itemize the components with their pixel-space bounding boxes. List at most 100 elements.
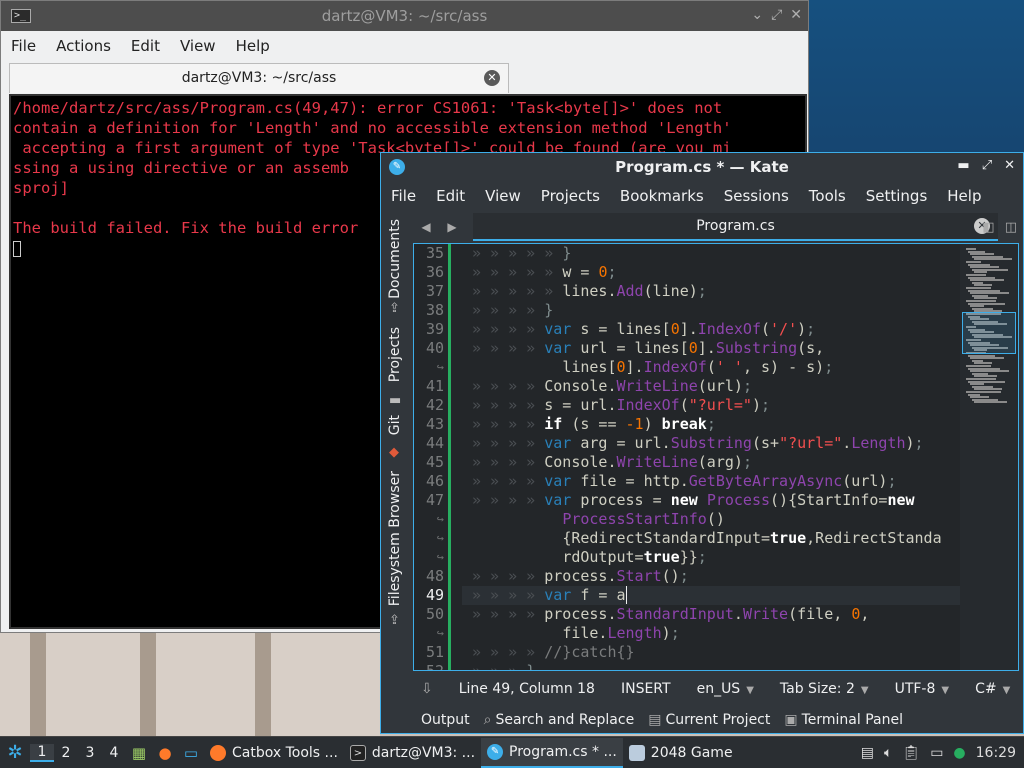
code-line: ProcessStartInfo() (562, 510, 725, 528)
upload-icon[interactable]: ⇪ (389, 613, 400, 628)
minimize-icon[interactable]: ▬ (957, 158, 969, 173)
menu-edit[interactable]: Edit (131, 37, 160, 55)
code-line: » » » » var s = lines[0].IndexOf('/'); (472, 320, 816, 338)
file-tab[interactable]: Program.cs ✕ (473, 213, 998, 241)
code-line: » » » » var url = lines[0].Substring(s, (472, 339, 825, 357)
menu-sessions[interactable]: Sessions (724, 187, 789, 205)
kate-statusbar: ⇩ Line 49, Column 18 INSERT en_US ▼ Tab S… (413, 675, 1023, 703)
syntax-select[interactable]: C# ▼ (975, 681, 1010, 697)
menu-help[interactable]: Help (947, 187, 981, 205)
line-number: ↪ (436, 360, 444, 374)
tab-size-select[interactable]: Tab Size: 2 ▼ (780, 681, 869, 697)
workspace-4[interactable]: 4 (102, 745, 126, 761)
kate-menubar: File Edit View Projects Bookmarks Sessio… (381, 181, 1023, 211)
firefox-icon (210, 744, 226, 761)
code-line: » » » » Console.WriteLine(arg); (472, 453, 752, 471)
task-terminal[interactable]: > dartz@VM3: ... (344, 738, 481, 768)
code-line: » » » » process.StandardInput.Write(file… (472, 605, 870, 623)
desktop-icon[interactable]: ▭ (178, 744, 204, 762)
file-manager-icon[interactable]: ▦ (126, 744, 152, 762)
system-tray: ▤ 🔈︎ 📋︎ ▭ ● 16:29 (861, 737, 1024, 768)
code-editor[interactable]: 35 36 37 38 39 40 ↪ 41 42 43 44 45 46 47 ↪ ↪ ↪ 48 49 50 ↪ 51 5… (413, 243, 1019, 671)
menu-tools[interactable]: Tools (809, 187, 846, 205)
chevron-down-icon: ▼ (860, 685, 869, 696)
notifications-icon[interactable]: ● (953, 745, 965, 761)
close-icon[interactable]: ✕ (1004, 158, 1015, 173)
menu-edit[interactable]: Edit (436, 187, 465, 205)
dictionary-select[interactable]: en_US ▼ (697, 681, 754, 697)
workspace-3[interactable]: 3 (78, 745, 102, 761)
code-line: » » » » //}catch{} (472, 643, 635, 661)
save-icon[interactable]: ⇩ (421, 681, 433, 697)
code-line: {RedirectStandardInput=true,RedirectStan… (562, 529, 942, 547)
clock[interactable]: 16:29 (976, 745, 1016, 761)
close-tab-icon[interactable]: ✕ (484, 70, 500, 86)
cursor-position[interactable]: Line 49, Column 18 (459, 681, 595, 697)
menu-projects[interactable]: Projects (541, 187, 600, 205)
upload-icon[interactable]: ⇪ (389, 301, 400, 316)
file-tab-label: Program.cs (696, 218, 775, 234)
kate-bottom-panel-bar: Output ⌕ Search and Replace ▤ Current Proj… (381, 707, 1024, 733)
line-number: 44 (425, 434, 444, 452)
menu-view[interactable]: View (485, 187, 521, 205)
terminal-titlebar[interactable]: >_ dartz@VM3: ~/src/ass ⌄ ⤢ ✕ (1, 1, 808, 31)
task-kate[interactable]: ✎ Program.cs * ... (481, 737, 623, 768)
menu-settings[interactable]: Settings (866, 187, 928, 205)
workspace-2[interactable]: 2 (54, 745, 78, 761)
menu-file[interactable]: File (391, 187, 416, 205)
desktop-wallpaper-detail (0, 630, 380, 736)
git-icon[interactable]: ◆ (389, 445, 399, 460)
project-icon: ▤ (648, 712, 662, 728)
firefox-icon[interactable]: ● (152, 744, 178, 762)
clipboard-icon[interactable]: 📋︎ (902, 745, 920, 761)
current-code-line[interactable]: » » » » var f = a (462, 586, 962, 605)
terminal-tab-label: dartz@VM3: ~/src/ass (181, 70, 337, 86)
line-number: 35 (425, 244, 444, 262)
minimap-line (974, 401, 1007, 404)
task-2048-game[interactable]: 2048 Game (623, 738, 739, 768)
side-tab-projects[interactable]: Projects (387, 327, 403, 382)
menu-help[interactable]: Help (236, 37, 270, 55)
code-line: file.Length); (562, 624, 680, 642)
task-catbox-tools[interactable]: Catbox Tools ... (204, 738, 344, 768)
code-line: » » » » } (472, 301, 554, 319)
storage-icon[interactable]: ▤ (861, 745, 874, 761)
minimap-viewport[interactable] (962, 312, 1016, 354)
kate-window[interactable]: ✎ Program.cs * — Kate ▬ ⤢ ✕ File Edit Vi… (380, 152, 1024, 734)
panel-terminal[interactable]: ▣ Terminal Panel (784, 712, 903, 728)
kate-app-icon: ✎ (487, 743, 504, 760)
volume-icon[interactable]: 🔈︎ (884, 745, 892, 761)
split-view-icon[interactable]: ◫ (1005, 220, 1017, 235)
line-number: 36 (425, 263, 444, 281)
terminal-tab[interactable]: dartz@VM3: ~/src/ass ✕ (9, 63, 509, 93)
panel-current-project[interactable]: ▤ Current Project (648, 712, 770, 728)
tab-next-icon[interactable]: ▶ (439, 220, 465, 234)
menu-actions[interactable]: Actions (56, 37, 111, 55)
start-menu-icon[interactable]: ✲ (0, 738, 30, 768)
tab-prev-icon[interactable]: ◀ (413, 220, 439, 234)
menu-view[interactable]: View (180, 37, 216, 55)
side-tab-documents[interactable]: Documents (387, 219, 403, 299)
minimap[interactable] (960, 244, 1018, 670)
input-mode[interactable]: INSERT (621, 681, 671, 697)
menu-bookmarks[interactable]: Bookmarks (620, 187, 704, 205)
line-number: ↪ (436, 531, 444, 545)
terminal-line: sproj] (13, 179, 69, 197)
panel-search-replace[interactable]: ⌕ Search and Replace (484, 712, 635, 728)
pin-icon[interactable]: ◧ (982, 220, 994, 235)
line-number: ↪ (436, 512, 444, 526)
maximize-icon[interactable]: ⤢ (982, 158, 992, 173)
folder-icon[interactable]: ▬ (389, 393, 401, 408)
close-icon[interactable]: ✕ (790, 7, 802, 23)
maximize-icon[interactable]: ⤢ (771, 7, 782, 23)
side-tab-filesystem-browser[interactable]: Filesystem Browser (387, 471, 403, 606)
minimize-icon[interactable]: ⌄ (751, 7, 763, 23)
side-tab-git[interactable]: Git (387, 415, 403, 435)
line-number-gutter: 35 36 37 38 39 40 ↪ 41 42 43 44 45 46 47 ↪ ↪ ↪ 48 49 50 ↪ 51 5… (414, 244, 462, 670)
panel-output[interactable]: Output (421, 712, 470, 728)
menu-file[interactable]: File (11, 37, 36, 55)
encoding-select[interactable]: UTF-8 ▼ (895, 681, 950, 697)
network-icon[interactable]: ▭ (930, 745, 943, 761)
kate-titlebar[interactable]: ✎ Program.cs * — Kate ▬ ⤢ ✕ (381, 153, 1023, 181)
workspace-1[interactable]: 1 (30, 743, 54, 762)
